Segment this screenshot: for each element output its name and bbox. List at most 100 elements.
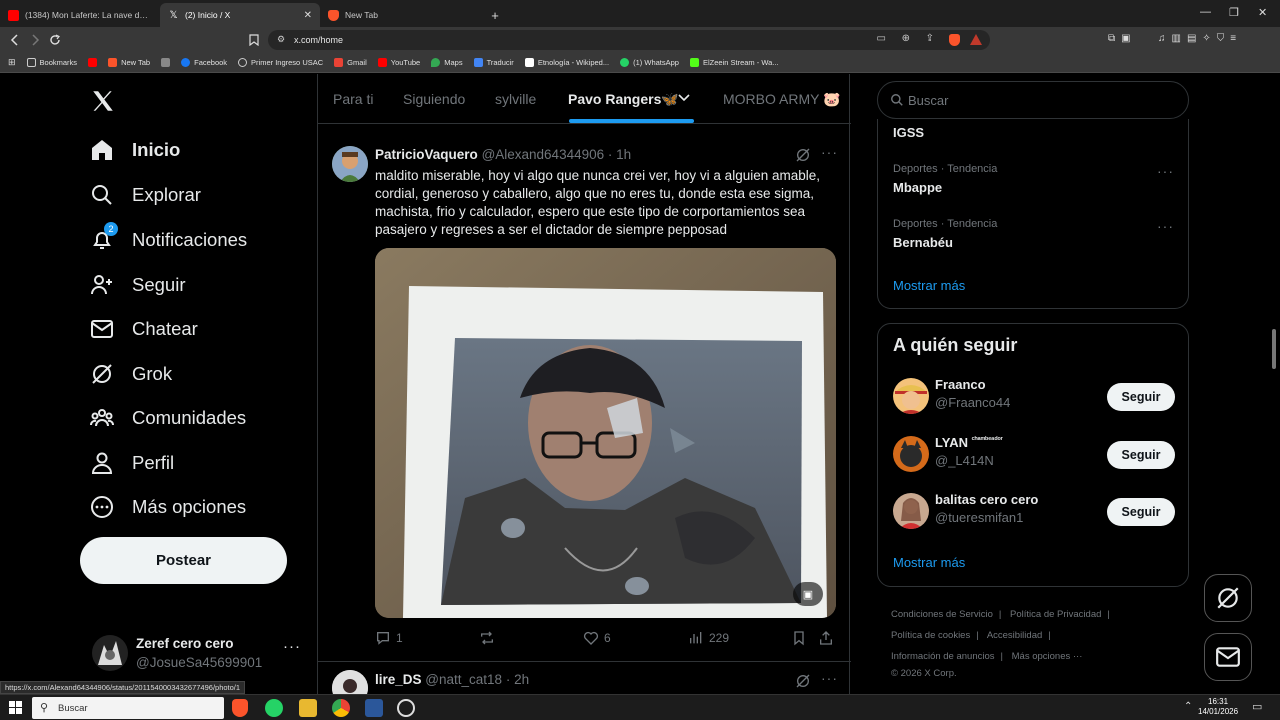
follow-button[interactable]: Seguir [1107,383,1175,411]
bookmark-item[interactable]: Gmail [334,58,367,67]
bookmark-button[interactable] [791,630,807,646]
new-tab-button[interactable]: + [484,3,506,27]
account-switcher[interactable]: Zeref cero cero @JosueSa45699901 ··· [90,632,310,672]
bookmark-item[interactable] [161,58,171,67]
close-window-icon[interactable]: ✕ [1258,6,1267,19]
tab-pavo-rangers[interactable]: Pavo Rangers🦋 [568,91,679,108]
reply-button[interactable]: 1 [375,630,403,646]
tweet-time[interactable]: · 1h [608,147,631,162]
follow-button[interactable]: Seguir [1107,441,1175,469]
footer-link[interactable]: Información de anuncios [891,651,995,662]
trend-name[interactable]: Mbappe [893,180,942,195]
bookmark-item[interactable]: New Tab [108,58,150,67]
nav-follow[interactable]: Seguir [90,273,185,297]
tweet-image[interactable]: ▣ [375,248,836,618]
bookmark-item[interactable]: (1) WhatsApp [620,58,679,67]
more-dots-icon[interactable]: ··· [283,638,301,655]
search-input[interactable]: Buscar [877,81,1189,119]
browser-tab-youtube[interactable]: (1384) Mon Laferte: La nave del olvid [0,3,160,27]
nav-explore[interactable]: Explorar [90,183,201,207]
bookmark-item[interactable]: ElZeein Stream - Wa... [689,58,779,67]
grok-icon[interactable] [795,147,811,163]
menu-icon[interactable]: ≡ [1230,33,1236,44]
bookmark-item[interactable]: YouTube [377,58,420,67]
tab-following[interactable]: Siguiendo [403,91,465,107]
bookmark-item[interactable]: Maps [431,58,463,67]
share-icon[interactable]: ⇪ [926,33,934,44]
chevron-down-icon[interactable] [678,93,690,103]
bookmark-item[interactable] [88,58,98,67]
app-taskbar-icon[interactable] [397,699,415,717]
bookmark-item[interactable]: Facebook [181,58,227,67]
tweet-author-name[interactable]: PatricioVaquero [375,147,478,162]
nav-home[interactable]: Inicio [90,138,180,162]
more-dots-icon[interactable]: ··· [1157,218,1174,234]
brave-rewards-icon[interactable] [970,34,982,45]
footer-link[interactable]: Accesibilidad [987,630,1042,641]
windows-start-icon[interactable] [9,701,22,714]
bookmark-item[interactable]: Bookmarks [26,58,77,67]
footer-link[interactable]: Política de cookies [891,630,970,641]
nav-grok[interactable]: Grok [90,362,172,386]
cast-icon[interactable]: ▭ [877,33,886,44]
wallet-icon[interactable]: ▣ [1121,33,1130,44]
nav-notifications[interactable]: 2 Notificaciones [90,222,247,252]
tweet-author-handle[interactable]: @natt_cat18 [425,672,502,687]
vpn-icon[interactable]: ⛉ [1217,33,1225,44]
address-bar[interactable]: ⚙ x.com/home ▭ ⊕ ⇪ [268,30,990,50]
sidebar-icon[interactable]: ▥ [1172,33,1181,44]
follow-button[interactable]: Seguir [1107,498,1175,526]
tweet-time[interactable]: · 2h [506,672,529,687]
repost-button[interactable] [479,630,495,646]
tweet-author-handle[interactable]: @Alexand64344906 [482,147,605,162]
more-dots-icon[interactable]: ··· [821,670,838,686]
bookmark-item[interactable]: Primer Ingreso USAC [238,58,323,67]
more-dots-icon[interactable]: ··· [821,144,838,160]
word-icon[interactable] [365,699,383,717]
avatar[interactable] [332,146,368,182]
grok-fab[interactable] [1204,574,1252,622]
avatar[interactable] [332,670,368,694]
grok-icon[interactable] [795,673,811,689]
puzzle-icon[interactable]: ⧉ [1108,33,1115,44]
follow-suggestion[interactable]: Fraanco @Fraanco44 Seguir [893,377,1175,417]
apps-grid-icon[interactable]: ⊞ [8,57,16,68]
messages-fab[interactable] [1204,633,1252,681]
nav-more[interactable]: Más opciones [90,495,246,519]
x-logo-icon[interactable] [90,88,116,114]
post-button[interactable]: Postear [80,537,287,584]
brave-shields-icon[interactable] [949,34,960,46]
tweet[interactable]: lire_DS @natt_cat18 · 2h ··· [318,661,851,694]
reload-icon[interactable] [45,30,65,50]
bookmark-page-icon[interactable] [244,30,264,50]
alt-text-icon[interactable]: ▣ [793,582,823,606]
footer-link[interactable]: Política de Privacidad [1010,609,1101,620]
footer-link[interactable]: Condiciones de Servicio [891,609,993,620]
show-more-link[interactable]: Mostrar más [893,555,965,570]
nav-communities[interactable]: Comunidades [90,406,246,430]
trend-name[interactable]: Bernabéu [893,235,953,250]
browser-tab-newtab[interactable]: New Tab [320,3,480,27]
chrome-icon[interactable] [332,699,350,717]
taskbar-search[interactable]: ⚲ Buscar [32,697,224,719]
close-tab-icon[interactable]: ✕ [304,10,312,21]
zoom-icon[interactable]: ⊕ [902,33,910,44]
bookmark-item[interactable]: Traducir [473,58,514,67]
like-button[interactable]: 6 [583,630,611,646]
tab-sylville[interactable]: sylville [495,91,536,107]
trend-name[interactable]: IGSS [893,125,924,140]
media-icon[interactable]: ♫ [1158,33,1166,44]
show-more-link[interactable]: Mostrar más [893,278,965,293]
tweet-author-name[interactable]: lire_DS [375,672,422,687]
more-dots-icon[interactable]: ··· [1157,163,1174,179]
brave-taskbar-icon[interactable] [232,699,248,717]
leo-ai-icon[interactable]: ✧ [1202,33,1210,44]
file-explorer-icon[interactable] [299,699,317,717]
nav-profile[interactable]: Perfil [90,451,174,475]
bookmark-item[interactable]: Etnología - Wikiped... [524,58,609,67]
follow-suggestion[interactable]: LYAN ᶜʰᵃᵐᵇᵉᵃᵈᵒʳ @_L414N Seguir [893,435,1175,475]
whatsapp-taskbar-icon[interactable] [265,699,283,717]
share-button[interactable] [818,630,834,646]
site-info-icon[interactable]: ⚙ [277,34,285,45]
nav-chat[interactable]: Chatear [90,317,198,341]
